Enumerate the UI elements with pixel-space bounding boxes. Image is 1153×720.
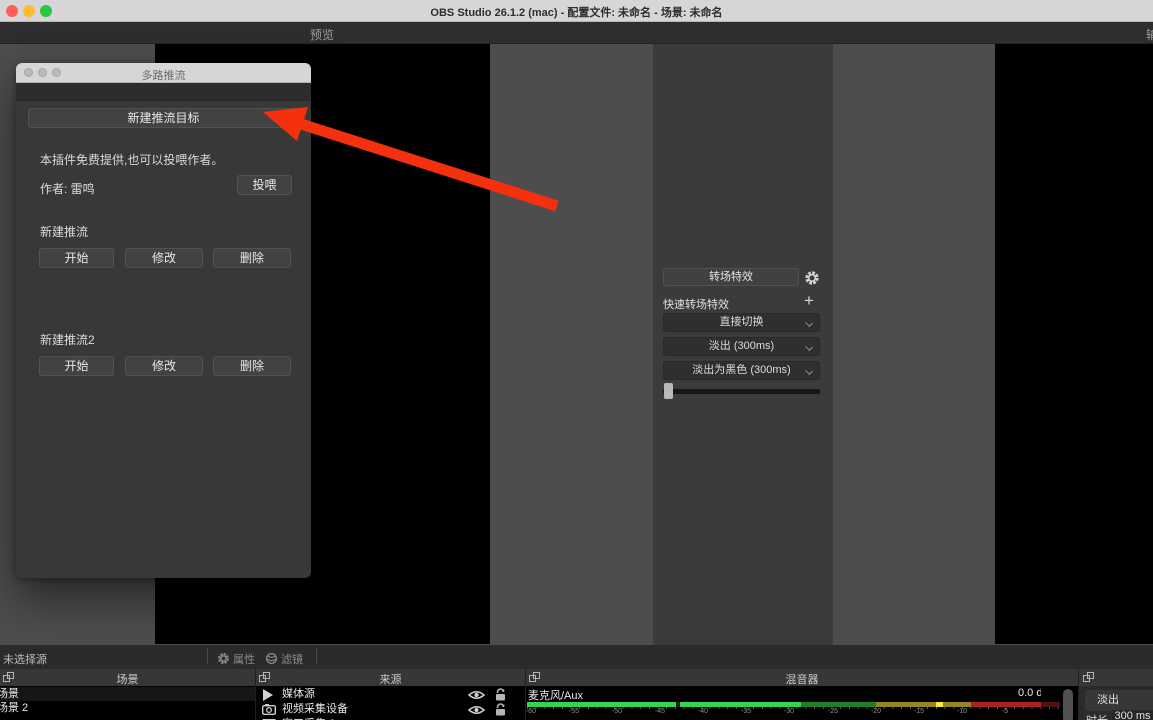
stream1-edit-button[interactable]: 修改 <box>125 248 203 268</box>
media-source-icon <box>263 689 273 701</box>
chevron-down-icon <box>805 343 813 351</box>
source-row[interactable]: 视频采集设备 <box>256 702 525 717</box>
db-tick: -15 <box>907 708 931 715</box>
filters-icon[interactable] <box>265 652 278 665</box>
unlock-icon[interactable] <box>494 703 507 716</box>
chevron-down-icon <box>805 319 813 327</box>
multistream-dialog: 多路推流 新建推流目标 本插件免费提供,也可以投喂作者。 作者: 雷鸣 投喂 新… <box>16 63 311 578</box>
dialog-titlebar[interactable]: 多路推流 <box>16 63 311 83</box>
toolbar-separator <box>207 648 208 664</box>
mixer-header[interactable]: 混音器 <box>526 669 1078 686</box>
stream2-name: 新建推流2 <box>40 331 95 348</box>
mixer-channel-label: 麦克风/Aux <box>528 687 583 703</box>
select-value: 直接切换 <box>720 316 764 328</box>
visibility-eye-icon[interactable] <box>468 705 485 715</box>
plugin-description: 本插件免费提供,也可以投喂作者。 <box>40 151 223 168</box>
quick-transition-select-fade-to-black[interactable]: 淡出为黑色 (300ms) <box>663 361 820 380</box>
donate-button[interactable]: 投喂 <box>237 175 292 195</box>
scene-transition-select[interactable]: 淡出 <box>1085 690 1153 711</box>
sources-title: 来源 <box>256 671 525 687</box>
toolbar-separator <box>316 648 317 664</box>
filters-button[interactable]: 滤镜 <box>281 651 303 667</box>
select-value: 淡出为黑色 (300ms) <box>692 364 790 376</box>
mixer-title: 混音器 <box>526 671 1078 687</box>
sources-header[interactable]: 来源 <box>256 669 525 686</box>
preview-label: 预览 <box>310 26 334 43</box>
panel-divider <box>1078 669 1079 720</box>
select-value: 淡出 (300ms) <box>709 340 774 352</box>
db-tick: -60 <box>519 708 543 715</box>
db-tick: -50 <box>605 708 629 715</box>
menubar: OBS Studio 26.1.2 (mac) - 配置文件: 未命名 - 场景… <box>0 0 1153 22</box>
duration-spinbox[interactable]: 300 ms <box>1112 710 1153 720</box>
mixer-level-value: 0.0 dB <box>1018 687 1041 699</box>
new-stream-target-button[interactable]: 新建推流目标 <box>28 108 299 128</box>
stream2-edit-button[interactable]: 修改 <box>125 356 203 376</box>
scenes-header[interactable]: 场景 <box>0 669 255 686</box>
stream1-start-button[interactable]: 开始 <box>39 248 114 268</box>
transition-slider-track[interactable] <box>663 389 820 394</box>
stream2-delete-button[interactable]: 删除 <box>213 356 291 376</box>
db-tick: -20 <box>864 708 888 715</box>
dialog-toolbar-strip <box>16 83 311 101</box>
dialog-title: 多路推流 <box>16 67 311 83</box>
studio-labels-bar: 预览 输出 <box>0 22 1153 44</box>
properties-button[interactable]: 属性 <box>233 651 255 667</box>
scene-item[interactable]: 场景 <box>0 687 255 701</box>
transition-settings-gear-icon[interactable] <box>804 270 820 286</box>
duration-label: 时长 <box>1086 712 1108 720</box>
scene-item[interactable]: 场景 2 <box>0 701 255 715</box>
video-capture-icon <box>262 704 276 715</box>
author-label: 作者: 雷鸣 <box>40 180 95 197</box>
scenes-title: 场景 <box>0 671 255 687</box>
source-row[interactable]: 媒体源 <box>256 687 525 702</box>
db-tick: -40 <box>691 708 715 715</box>
chevron-down-icon <box>805 367 813 375</box>
panel-divider <box>255 669 256 720</box>
stream1-name: 新建推流 <box>40 223 88 240</box>
stream1-delete-button[interactable]: 删除 <box>213 248 291 268</box>
program-label: 输出 <box>1146 26 1153 43</box>
db-tick: -5 <box>993 708 1017 715</box>
transition-dock-header[interactable] <box>1079 669 1153 686</box>
stream2-start-button[interactable]: 开始 <box>39 356 114 376</box>
unlock-icon[interactable] <box>494 688 507 701</box>
db-tick: -10 <box>950 708 974 715</box>
select-value: 淡出 <box>1085 694 1119 706</box>
db-tick: -25 <box>821 708 845 715</box>
db-tick: -45 <box>648 708 672 715</box>
add-quick-transition-icon[interactable]: + <box>804 293 814 308</box>
program-canvas <box>995 44 1153 644</box>
sources-list: 媒体源 视频采集设备 <box>256 686 525 720</box>
quick-transitions-label: 快速转场特效 <box>663 296 729 312</box>
transitions-button[interactable]: 转场特效 <box>663 268 799 286</box>
source-label: 媒体源 <box>282 687 315 702</box>
db-tick: -55 <box>562 708 586 715</box>
quick-transition-select-cut[interactable]: 直接切换 <box>663 313 820 332</box>
quick-transition-select-fade[interactable]: 淡出 (300ms) <box>663 337 820 356</box>
transition-slider-handle[interactable] <box>664 383 673 399</box>
scenes-list: 场景 场景 2 <box>0 686 255 720</box>
properties-gear-icon[interactable] <box>217 652 230 665</box>
mixer-scrollbar[interactable] <box>1063 689 1073 720</box>
db-tick: -30 <box>777 708 801 715</box>
window-title: OBS Studio 26.1.2 (mac) - 配置文件: 未命名 - 场景… <box>0 4 1153 20</box>
source-label: 视频采集设备 <box>282 702 348 717</box>
no-source-status: 未选择源 <box>3 651 47 667</box>
popout-icon[interactable] <box>1083 672 1094 682</box>
db-tick: -35 <box>734 708 758 715</box>
visibility-eye-icon[interactable] <box>468 690 485 700</box>
